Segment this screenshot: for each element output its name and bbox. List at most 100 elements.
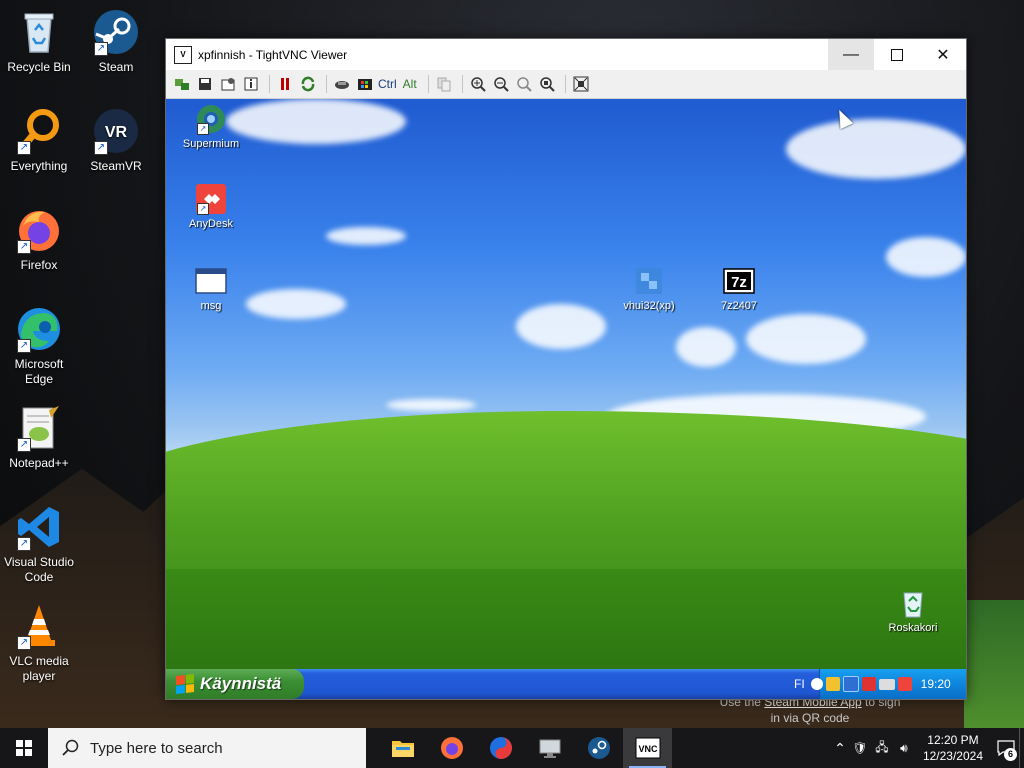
show-desktop-button[interactable] xyxy=(1019,728,1024,768)
shortcut-arrow-icon: ↗ xyxy=(17,438,31,452)
options-icon[interactable] xyxy=(218,74,238,94)
new-connection-icon[interactable] xyxy=(172,74,192,94)
remote-tray-vm-icon[interactable] xyxy=(878,678,895,690)
remote-icon-7z2407[interactable]: 7z 7z2407 xyxy=(694,265,784,313)
zoom-in-icon[interactable] xyxy=(468,74,488,94)
remote-tray-shield-icon[interactable] xyxy=(861,677,876,691)
vhui-icon xyxy=(633,265,665,297)
remote-icon-anydesk[interactable]: ↗ AnyDesk xyxy=(166,183,256,231)
window-title: xpfinnish - TightVNC Viewer xyxy=(198,47,348,62)
tightvnc-app-icon: V xyxy=(174,45,192,64)
shortcut-arrow-icon: ↗ xyxy=(17,537,31,551)
volume-icon[interactable]: 🔊︎ xyxy=(893,741,915,756)
start-button[interactable] xyxy=(0,728,48,768)
toolbar-separator xyxy=(461,75,463,93)
remote-system-tray: FI 19:20 xyxy=(794,669,966,699)
desktop-icon-everything[interactable]: ↗ Everything xyxy=(3,107,75,174)
taskbar-clock[interactable]: 12:20 PM 12/23/2024 xyxy=(923,732,983,764)
remote-icon-vhui32[interactable]: vhui32(xp) xyxy=(604,265,694,313)
cloud xyxy=(886,237,966,277)
close-button[interactable]: ✕ xyxy=(920,39,966,70)
win-key-icon[interactable] xyxy=(355,74,375,94)
alt-key-toggle[interactable]: Alt xyxy=(403,77,417,91)
network-icon[interactable]: 🖧︎ xyxy=(871,738,893,759)
taskbar-steam[interactable] xyxy=(574,728,623,768)
desktop-icon-label: Firefox xyxy=(20,258,58,272)
remote-icon-msg[interactable]: msg xyxy=(166,265,256,313)
taskbar-remote-desktop[interactable] xyxy=(525,728,574,768)
toolbar-separator xyxy=(564,75,566,93)
shortcut-arrow-icon: ↗ xyxy=(17,240,31,254)
zoom-fit-icon[interactable] xyxy=(537,74,557,94)
desktop-icon-edge[interactable]: ↗ Microsoft Edge xyxy=(3,305,75,387)
firefox-icon xyxy=(440,737,463,759)
info-icon[interactable] xyxy=(241,74,261,94)
zoom-100-icon[interactable] xyxy=(514,74,534,94)
desktop-icon-firefox[interactable]: ↗ Firefox xyxy=(3,206,75,273)
desktop-icon-steam[interactable]: ↗ Steam xyxy=(80,8,152,75)
remote-start-label: Käynnistä xyxy=(200,674,282,693)
ctrl-key-toggle[interactable]: Ctrl xyxy=(378,77,397,91)
minimize-button[interactable]: — xyxy=(828,39,874,70)
recycle-bin-icon xyxy=(15,8,63,56)
cloud xyxy=(326,227,406,245)
remote-icon-label: Supermium xyxy=(182,138,240,150)
desktop-icon-label: VLC media player xyxy=(9,654,69,683)
cloud xyxy=(786,119,966,179)
shortcut-arrow-icon: ↗ xyxy=(197,203,209,215)
edge-icon: ↗ xyxy=(15,305,63,353)
steam-icon xyxy=(587,737,610,759)
remote-desktop-view[interactable]: ↗ Supermium ↗ AnyDesk msg vhui32(xp) 7z … xyxy=(166,99,966,699)
taskbar-firefox[interactable] xyxy=(427,728,476,768)
desktop-icon-vlc[interactable]: ↗ VLC media player xyxy=(3,602,75,684)
taskbar-file-explorer[interactable] xyxy=(378,728,427,768)
taskbar-app-swirl[interactable] xyxy=(476,728,525,768)
remote-tray-network-icon[interactable] xyxy=(842,676,859,692)
taskbar-search-box[interactable]: Type here to search xyxy=(48,728,366,768)
taskbar-tightvnc[interactable]: VNC xyxy=(623,728,672,768)
save-icon[interactable] xyxy=(195,74,215,94)
desktop-icon-steamvr[interactable]: VR ↗ SteamVR xyxy=(80,107,152,174)
clipboard-icon[interactable] xyxy=(434,74,454,94)
remote-tray-anydesk-icon[interactable] xyxy=(897,677,912,691)
remote-tray-security-icon[interactable] xyxy=(825,677,840,691)
remote-tray-arrow-icon[interactable] xyxy=(810,678,823,690)
search-placeholder: Type here to search xyxy=(90,739,223,757)
steam-icon: ↗ xyxy=(92,8,140,56)
desktop-icon-recycle-bin[interactable]: Recycle Bin xyxy=(3,8,75,75)
remote-desktop-icon xyxy=(539,739,560,758)
search-icon xyxy=(62,739,80,757)
7zip-icon: 7z xyxy=(723,265,755,297)
remote-icon-supermium[interactable]: ↗ Supermium xyxy=(166,103,256,151)
tightvnc-window[interactable]: V xpfinnish - TightVNC Viewer — ✕ Ctrl A… xyxy=(165,38,967,700)
action-center-button[interactable]: 6 xyxy=(993,728,1019,768)
cloud xyxy=(746,314,866,364)
clock-time: 12:20 PM xyxy=(927,733,979,747)
pause-icon[interactable] xyxy=(275,74,295,94)
anydesk-icon: ↗ xyxy=(195,183,227,215)
ctrl-alt-del-icon[interactable] xyxy=(332,74,352,94)
window-titlebar[interactable]: V xpfinnish - TightVNC Viewer — ✕ xyxy=(166,39,966,70)
tightvnc-icon: VNC xyxy=(635,737,660,759)
taskbar: Type here to search VNC ⌃ 🛡︎ 🖧︎ 🔊︎ 12:20… xyxy=(0,728,1024,768)
remote-start-button[interactable]: Käynnistä xyxy=(166,669,304,699)
remote-icon-label: Roskakori xyxy=(888,622,938,634)
desktop-icon-label: Visual Studio Code xyxy=(4,555,74,584)
remote-icon-roskakori[interactable]: Roskakori xyxy=(868,587,958,635)
remote-clock: 19:20 xyxy=(920,677,951,691)
windows-xp-flag-icon xyxy=(176,674,194,694)
notification-count-badge: 6 xyxy=(1004,748,1017,761)
desktop-icon-notepadpp[interactable]: ↗ Notepad++ xyxy=(3,404,75,471)
toolbar-separator xyxy=(427,75,429,93)
fullscreen-icon[interactable] xyxy=(571,74,591,94)
battery-saver-icon[interactable]: 🛡︎ xyxy=(849,741,871,755)
remote-language-indicator[interactable]: FI xyxy=(794,677,805,691)
refresh-icon[interactable] xyxy=(298,74,318,94)
show-hidden-icons-chevron-icon[interactable]: ⌃ xyxy=(831,740,849,757)
maximize-button[interactable] xyxy=(874,39,920,70)
shortcut-arrow-icon: ↗ xyxy=(17,636,31,650)
app-swirl-icon xyxy=(489,737,512,759)
desktop-icon-vscode[interactable]: ↗ Visual Studio Code xyxy=(3,503,75,585)
zoom-out-icon[interactable] xyxy=(491,74,511,94)
shortcut-arrow-icon: ↗ xyxy=(197,123,209,135)
